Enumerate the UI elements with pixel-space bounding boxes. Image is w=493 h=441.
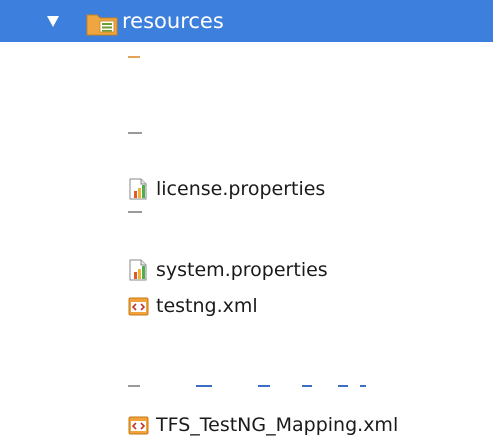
row-fragment — [128, 211, 142, 213]
row-fragment — [128, 385, 140, 387]
tree-row-testng-xml[interactable]: testng.xml — [128, 293, 258, 319]
tree-row-license-properties[interactable]: license.properties — [128, 176, 325, 202]
tree-row-resources[interactable]: resources — [0, 0, 493, 42]
properties-file-icon — [128, 259, 150, 281]
row-fragment — [128, 56, 140, 58]
row-fragment — [258, 385, 270, 387]
folder-label: resources — [122, 9, 224, 33]
expand-arrow-icon[interactable] — [47, 16, 59, 27]
row-fragment — [338, 385, 348, 387]
xml-file-icon — [128, 295, 150, 317]
tree-row-system-properties[interactable]: system.properties — [128, 257, 328, 283]
row-fragment — [360, 385, 366, 387]
row-fragment — [128, 132, 142, 134]
item-label: TFS_TestNG_Mapping.xml — [156, 414, 399, 436]
row-fragment — [302, 385, 312, 387]
properties-file-icon — [128, 178, 150, 200]
item-label: system.properties — [156, 259, 328, 281]
project-tree: resources license.properties system.prop… — [0, 0, 493, 441]
row-fragment — [196, 385, 212, 387]
xml-file-icon — [128, 414, 150, 436]
resources-folder-icon — [86, 12, 118, 36]
item-label: testng.xml — [156, 295, 258, 317]
item-label: license.properties — [156, 178, 326, 200]
tree-row-tfs-testng-mapping-xml[interactable]: TFS_TestNG_Mapping.xml — [128, 412, 398, 438]
